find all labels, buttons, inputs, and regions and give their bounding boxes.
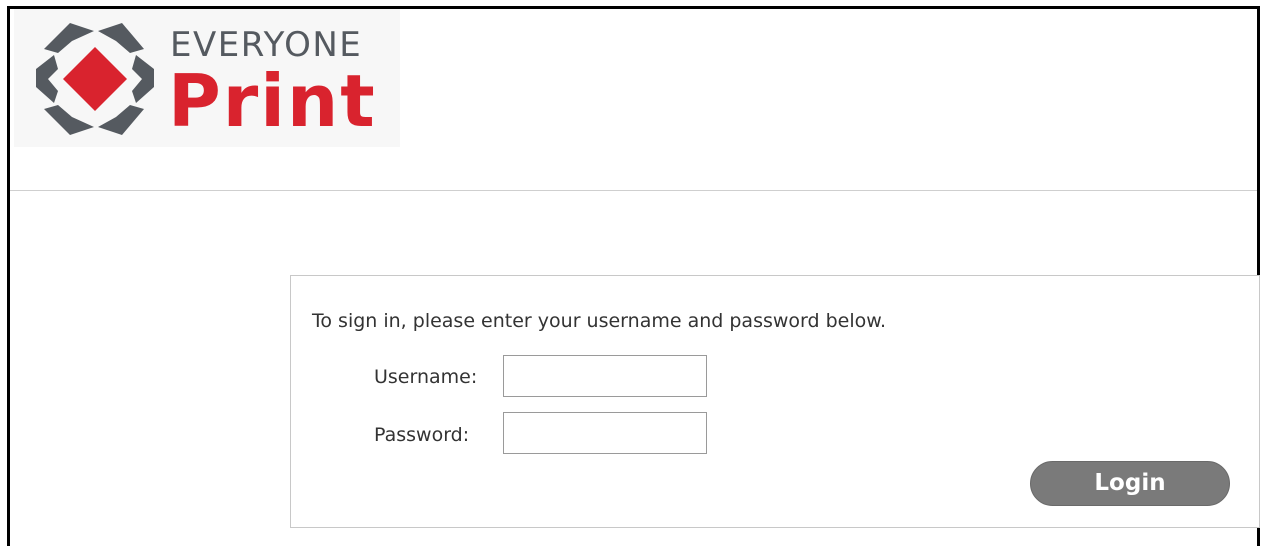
page-header: EVERYONE Print — [10, 9, 1257, 191]
browser-frame: EVERYONE Print To sign in, please enter … — [7, 6, 1260, 546]
password-input[interactable] — [503, 412, 707, 454]
login-panel: To sign in, please enter your username a… — [290, 275, 1260, 528]
login-button[interactable]: Login — [1030, 461, 1230, 506]
logo-text-print: Print — [168, 59, 377, 143]
username-label: Username: — [374, 366, 478, 388]
username-input[interactable] — [503, 355, 707, 397]
logo-emblem-icon — [36, 23, 154, 135]
everyone-print-logo: EVERYONE Print — [14, 9, 400, 147]
login-instructions: To sign in, please enter your username a… — [312, 310, 887, 332]
password-label: Password: — [374, 424, 470, 446]
